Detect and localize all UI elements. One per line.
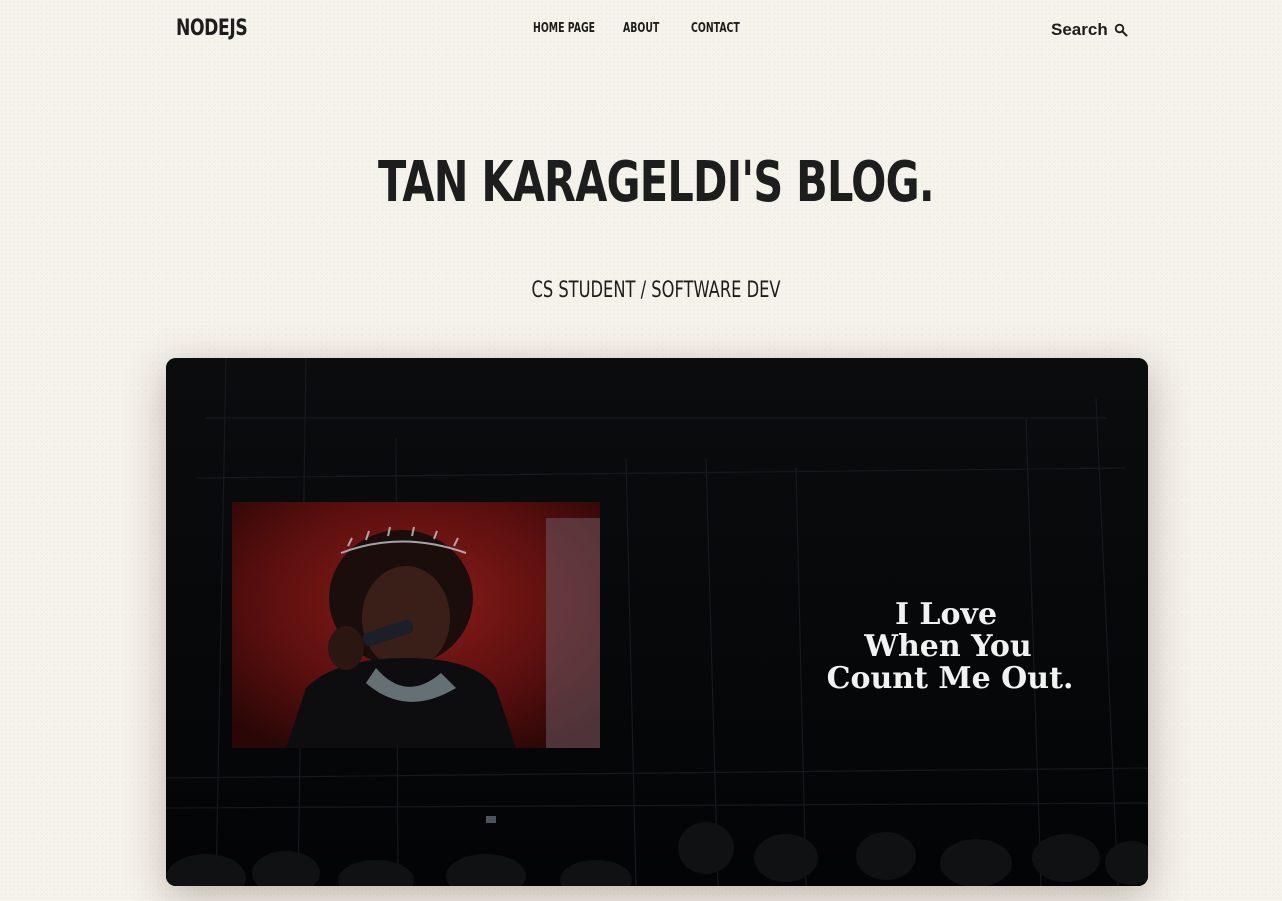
nav-link-home-page[interactable]: HOME PAGE (533, 21, 598, 36)
page-subtitle: CS STUDENT / SOFTWARE DEV (531, 278, 781, 303)
nav-link-about[interactable]: ABOUT (623, 21, 672, 36)
search-icon (1114, 23, 1128, 37)
hero-image: I Love When You Count Me Out. (166, 358, 1148, 886)
top-navigation: NODEJS HOME PAGE ABOUT CONTACT Search (0, 0, 1282, 60)
search-button[interactable]: Search (1051, 20, 1128, 40)
video-screen (232, 502, 600, 748)
lyric-line-3: Count Me Out. (827, 661, 1074, 696)
lyric-line-1: I Love (895, 597, 997, 632)
site-logo[interactable]: NODEJS (176, 16, 248, 41)
page-title: TAN KARAGELDI'S BLOG. (378, 150, 935, 215)
nav-link-contact[interactable]: CONTACT (691, 21, 741, 36)
nav-links: HOME PAGE ABOUT CONTACT (533, 21, 761, 36)
concert-photo: I Love When You Count Me Out. (166, 358, 1148, 886)
lyric-line-2: When You (863, 629, 1031, 664)
search-label: Search (1051, 20, 1108, 39)
